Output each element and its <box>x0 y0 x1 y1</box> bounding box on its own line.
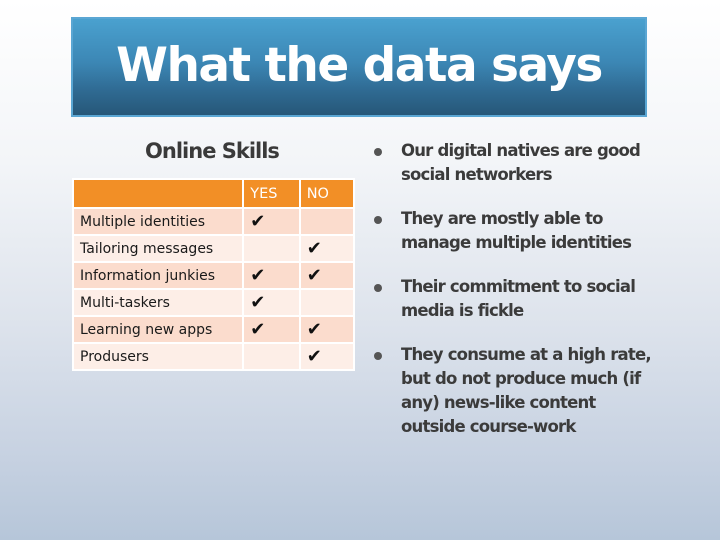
header-no: NO <box>298 178 356 209</box>
no-check-icon <box>298 288 356 317</box>
title-banner: What the data says <box>71 17 647 117</box>
table-title: Online Skills <box>145 139 280 163</box>
bullet-dot-icon <box>374 284 382 292</box>
finding-item: They are mostly able to manage multiple … <box>372 207 662 255</box>
table-row: Produsers ✔ <box>71 342 356 371</box>
header-yes: YES <box>242 178 301 209</box>
table-row: Multiple identities ✔ <box>71 207 356 236</box>
row-label: Learning new apps <box>71 315 245 344</box>
yes-check-icon <box>242 342 301 371</box>
row-label: Produsers <box>71 342 245 371</box>
no-check-icon: ✔ <box>298 342 356 371</box>
table-header-row: YES NO <box>71 178 356 209</box>
yes-check-icon: ✔ <box>242 207 301 236</box>
no-check-icon: ✔ <box>298 261 356 290</box>
findings-list: Our digital natives are good social netw… <box>372 139 662 459</box>
table-row: Learning new apps ✔ ✔ <box>71 315 356 344</box>
no-check-icon <box>298 207 356 236</box>
online-skills-table: YES NO Multiple identities ✔ Tailoring m… <box>71 178 356 371</box>
finding-text: Our digital natives are good social netw… <box>401 141 641 184</box>
no-check-icon: ✔ <box>298 234 356 263</box>
finding-text: They are mostly able to manage multiple … <box>401 209 632 252</box>
row-label: Information junkies <box>71 261 245 290</box>
yes-check-icon: ✔ <box>242 261 301 290</box>
bullet-dot-icon <box>374 352 382 360</box>
header-label <box>71 178 245 209</box>
table-row: Tailoring messages ✔ <box>71 234 356 263</box>
finding-text: They consume at a high rate, but do not … <box>401 345 652 436</box>
yes-check-icon <box>242 234 301 263</box>
bullet-dot-icon <box>374 216 382 224</box>
row-label: Multiple identities <box>71 207 245 236</box>
finding-text: Their commitment to social media is fick… <box>401 277 636 320</box>
finding-item: They consume at a high rate, but do not … <box>372 343 662 439</box>
table-row: Information junkies ✔ ✔ <box>71 261 356 290</box>
yes-check-icon: ✔ <box>242 315 301 344</box>
slide-title: What the data says <box>116 37 603 93</box>
finding-item: Their commitment to social media is fick… <box>372 275 662 323</box>
row-label: Multi-taskers <box>71 288 245 317</box>
table-row: Multi-taskers ✔ <box>71 288 356 317</box>
row-label: Tailoring messages <box>71 234 245 263</box>
no-check-icon: ✔ <box>298 315 356 344</box>
bullet-dot-icon <box>374 148 382 156</box>
finding-item: Our digital natives are good social netw… <box>372 139 662 187</box>
yes-check-icon: ✔ <box>242 288 301 317</box>
